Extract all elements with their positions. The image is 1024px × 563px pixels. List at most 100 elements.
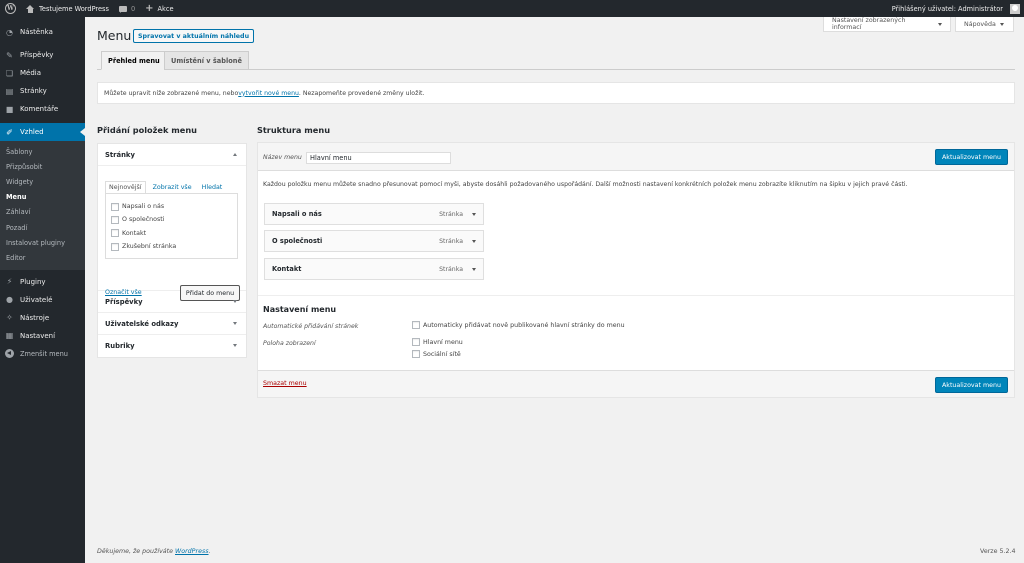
wordpress-logo-icon: W	[5, 3, 16, 14]
submenu-item-widgets[interactable]: Widgety	[0, 174, 85, 189]
sidebar-item-comments[interactable]: ■ Komentáře	[0, 100, 85, 118]
help-label: Nápověda	[964, 20, 996, 28]
sidebar-item-users[interactable]: ● Uživatelé	[0, 291, 85, 309]
new-content-label: Akce	[157, 4, 174, 13]
checkbox[interactable]	[412, 350, 420, 358]
help-toggle[interactable]: Nápověda	[955, 17, 1014, 32]
sidebar-item-pages[interactable]: ▤ Stránky	[0, 82, 85, 100]
checkbox[interactable]	[412, 338, 420, 346]
list-item[interactable]: Kontakt	[111, 227, 237, 240]
checkbox[interactable]	[111, 242, 119, 251]
accordion-section-title: Uživatelské odkazy	[105, 319, 179, 328]
admin-bar: W Testujeme WordPress 0 + Akce Přihlášený…	[0, 0, 1024, 17]
location-option-primary[interactable]: Hlavní menu	[412, 338, 463, 346]
chevron-down-icon[interactable]	[472, 240, 476, 243]
sidebar-item-dashboard[interactable]: ◔ Nástěnka	[0, 23, 85, 41]
chevron-down-icon	[233, 322, 237, 325]
save-menu-button-bottom[interactable]: Aktualizovat menu	[935, 377, 1008, 393]
my-account-menu[interactable]: Přihlášený uživatel: Administrátor	[887, 0, 1024, 17]
chevron-down-icon	[233, 300, 237, 303]
accordion-section-custom-links[interactable]: Uživatelské odkazy	[98, 313, 246, 335]
location-option-social[interactable]: Sociální sítě	[412, 350, 461, 358]
sidebar-item-media[interactable]: ❏ Média	[0, 64, 85, 82]
page-title: Menu	[97, 28, 132, 43]
menu-item-type: Stránka	[439, 237, 463, 245]
sidebar-item-label: Komentáře	[20, 105, 59, 113]
chevron-down-icon[interactable]	[472, 213, 476, 216]
admin-menu: ◔ Nástěnka ✎ Příspěvky ❏ Média ▤ Stránky ■ Ko…	[0, 17, 85, 563]
tab-manage-locations[interactable]: Umístění v šabloně	[164, 51, 249, 70]
accordion-section-posts[interactable]: Příspěvky	[98, 291, 246, 313]
sidebar-item-settings[interactable]: ▦ Nastavení	[0, 327, 85, 345]
submenu-item-install-plugins[interactable]: Instalovat pluginy	[0, 235, 85, 250]
checkbox[interactable]	[111, 215, 119, 224]
page-icon: ▤	[5, 86, 14, 96]
users-icon: ●	[6, 295, 13, 304]
tab-edit-menus[interactable]: Přehled menu	[101, 51, 167, 70]
collapse-menu-label: Zmenšit menu	[20, 349, 68, 358]
sidebar-item-label: Média	[20, 69, 42, 77]
menu-name-input[interactable]: Hlavní menu	[306, 152, 451, 164]
comments-link[interactable]: 0	[114, 0, 140, 17]
add-menu-items-title: Přidání položek menu	[97, 125, 197, 135]
manage-live-preview-button[interactable]: Spravovat v aktuálním náhledu	[133, 29, 255, 43]
checkbox[interactable]	[412, 321, 420, 329]
sidebar-item-plugins[interactable]: ⚡ Pluginy	[0, 273, 85, 291]
delete-menu-link[interactable]: Smazat menu	[263, 380, 307, 387]
create-new-menu-link[interactable]: vytvořit nové menu	[238, 90, 299, 97]
submenu-item-editor[interactable]: Editor	[0, 250, 85, 265]
comment-bubble-icon	[118, 5, 127, 13]
notice-text: Můžete upravit níže zobrazené menu, nebo	[104, 89, 239, 97]
list-item[interactable]: Napsali o nás	[111, 200, 237, 213]
sidebar-item-appearance[interactable]: ✐ Vzhled	[0, 123, 85, 141]
drag-instructions: Každou položku menu můžete snadno přesun…	[263, 181, 908, 188]
checkbox[interactable]	[111, 229, 119, 238]
avatar	[1010, 3, 1020, 14]
menu-item-row[interactable]: O společnosti Stránka	[264, 230, 484, 252]
site-name-link[interactable]: Testujeme WordPress	[21, 0, 114, 17]
screen-options-toggle[interactable]: Nastavení zobrazených informací	[823, 17, 951, 32]
menu-item-row[interactable]: Napsali o nás Stránka	[264, 203, 484, 225]
checkbox[interactable]	[111, 202, 119, 211]
wordpress-link[interactable]: WordPress	[175, 548, 209, 555]
list-item[interactable]: O společnosti	[111, 213, 237, 226]
save-menu-button-top[interactable]: Aktualizovat menu	[935, 149, 1008, 165]
chevron-up-icon	[233, 153, 237, 156]
sidebar-item-tools[interactable]: ✧ Nástroje	[0, 309, 85, 327]
pages-panel: Nejnovější Zobrazit vše Hledat Napsali o…	[98, 166, 246, 301]
chevron-down-icon	[938, 22, 942, 26]
manage-menus-notice: Můžete upravit níže zobrazené menu, nebo…	[97, 82, 1015, 104]
menu-editor-footer: Smazat menu Aktualizovat menu	[258, 370, 1014, 397]
home-icon	[26, 4, 35, 13]
accordion-section-categories[interactable]: Rubriky	[98, 335, 246, 357]
page-option-label: Zkušební stránka	[122, 243, 177, 251]
menu-editor-header: Název menu Hlavní menu Aktualizovat menu	[258, 143, 1014, 171]
menu-settings-title: Nastavení menu	[263, 305, 337, 314]
pages-checklist: Napsali o nás O společnosti Kontakt Zkuš…	[105, 193, 238, 259]
dashboard-icon: ◔	[6, 27, 13, 37]
chevron-down-icon[interactable]	[472, 268, 476, 271]
new-content-menu[interactable]: + Akce	[140, 0, 178, 17]
accordion-section-title: Rubriky	[105, 342, 135, 350]
menu-item-title: Kontakt	[272, 265, 302, 273]
menu-structure-title: Struktura menu	[257, 125, 331, 135]
menu-item-type: Stránka	[439, 210, 463, 218]
sidebar-item-label: Příspěvky	[20, 51, 54, 59]
sidebar-item-label: Vzhled	[20, 128, 44, 136]
pin-icon: ✎	[6, 50, 13, 60]
submenu-item-background[interactable]: Pozadí	[0, 220, 85, 235]
auto-add-pages-option[interactable]: Automaticky přidávat nově publikované hl…	[412, 321, 625, 329]
submenu-item-themes[interactable]: Šablony	[0, 144, 85, 159]
submenu-item-menus[interactable]: Menu	[0, 190, 85, 205]
submenu-item-customize[interactable]: Přizpůsobit	[0, 159, 85, 174]
menu-item-row[interactable]: Kontakt Stránka	[264, 258, 484, 280]
brush-icon: ✐	[6, 127, 13, 137]
list-item[interactable]: Zkušební stránka	[111, 240, 237, 253]
wp-logo-menu[interactable]: W	[0, 0, 21, 17]
submenu-item-header[interactable]: Záhlaví	[0, 205, 85, 220]
auto-add-label: Automatické přidávání stránek	[263, 323, 359, 330]
collapse-menu-button[interactable]: Zmenšit menu	[0, 345, 85, 363]
accordion-section-pages[interactable]: Stránky	[98, 144, 246, 166]
sidebar-item-posts[interactable]: ✎ Příspěvky	[0, 46, 85, 64]
footer-thanks-text: Děkujeme, že používáte	[97, 548, 176, 555]
